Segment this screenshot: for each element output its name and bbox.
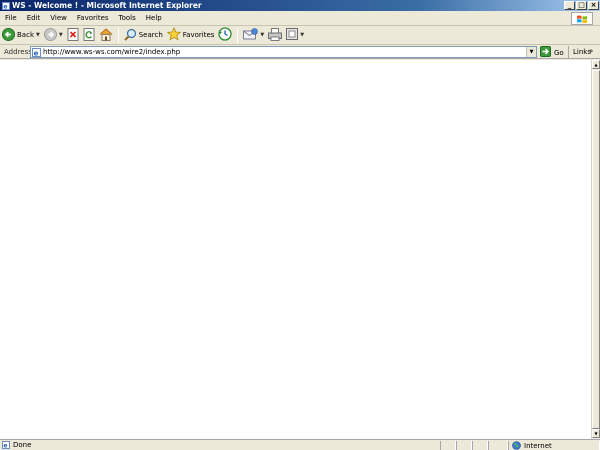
- print-icon: [268, 27, 283, 43]
- window-controls: _ □ ×: [564, 1, 599, 10]
- refresh-icon: [83, 27, 95, 43]
- history-icon: [218, 27, 233, 43]
- vertical-scrollbar[interactable]: ▲ ▼: [591, 60, 600, 439]
- favorites-label: Favorites: [182, 31, 215, 39]
- favorites-button[interactable]: Favorites: [165, 26, 217, 44]
- stop-button[interactable]: [65, 27, 81, 44]
- chevron-down-icon[interactable]: ▼: [260, 32, 264, 38]
- globe-icon: [512, 441, 521, 450]
- search-label: Search: [138, 31, 163, 39]
- stop-icon: [67, 27, 79, 43]
- ie-page-icon: e: [1, 1, 10, 10]
- menu-view[interactable]: View: [45, 14, 72, 22]
- address-label: Address: [4, 47, 32, 56]
- chevron-down-icon[interactable]: ▼: [36, 32, 40, 38]
- home-button[interactable]: [97, 27, 115, 44]
- history-button[interactable]: [216, 27, 234, 44]
- minimize-button[interactable]: _: [564, 1, 575, 10]
- mail-button[interactable]: ▼: [241, 27, 266, 44]
- ie-page-icon: e: [32, 47, 41, 57]
- forward-arrow-icon: [43, 27, 57, 43]
- scroll-down-arrow[interactable]: ▼: [592, 429, 600, 438]
- refresh-button[interactable]: [81, 27, 97, 44]
- scroll-up-arrow[interactable]: ▲: [592, 60, 600, 69]
- security-zone[interactable]: Internet: [512, 441, 552, 450]
- back-arrow-icon: [2, 27, 15, 43]
- scroll-thumb[interactable]: [592, 70, 600, 429]
- windows-flag-icon: [571, 12, 593, 25]
- mail-icon: [243, 27, 259, 43]
- ie-page-icon: e: [2, 441, 10, 449]
- edit-icon: [286, 28, 299, 42]
- menu-favorites[interactable]: Favorites: [72, 14, 114, 22]
- svg-text:e: e: [3, 443, 7, 449]
- address-url: http://www.ws-ws.com/wire2/index.php: [43, 48, 181, 56]
- chevron-down-icon[interactable]: ▼: [526, 47, 536, 57]
- toolbar-separator: [117, 27, 119, 43]
- search-icon: [124, 28, 137, 43]
- menu-help[interactable]: Help: [141, 14, 167, 22]
- zone-label: Internet: [524, 441, 552, 450]
- address-bar: Address e http://www.ws-ws.com/wire2/ind…: [0, 45, 600, 59]
- back-label: Back: [17, 31, 34, 39]
- status-panel: [456, 441, 472, 450]
- status-panel: [440, 441, 456, 450]
- back-button[interactable]: Back ▼: [0, 27, 42, 44]
- menu-bar: File Edit View Favorites Tools Help: [0, 11, 600, 26]
- page-content[interactable]: [0, 60, 591, 439]
- svg-text:e: e: [3, 3, 7, 9]
- menu-tools[interactable]: Tools: [114, 14, 141, 22]
- print-button[interactable]: [266, 27, 284, 44]
- chevron-down-icon[interactable]: ▼: [59, 32, 63, 38]
- favorites-star-icon: [166, 26, 182, 43]
- go-label: Go: [554, 48, 564, 57]
- status-text: Done: [13, 441, 32, 449]
- status-panel: [472, 441, 488, 450]
- forward-button[interactable]: ▼: [42, 27, 65, 44]
- svg-text:e: e: [34, 49, 39, 57]
- links-separator: [568, 46, 569, 58]
- search-button[interactable]: Search: [122, 27, 165, 44]
- standard-toolbar: Back ▼ ▼ Search Favorites ▼ ▼: [0, 26, 600, 45]
- toolbar-separator: [237, 27, 239, 43]
- links-chevron-icon[interactable]: »: [589, 47, 593, 55]
- home-icon: [99, 27, 113, 43]
- go-arrow-icon: [540, 46, 551, 59]
- status-panel: [488, 441, 508, 450]
- edit-button[interactable]: ▼: [284, 27, 306, 44]
- status-bar: e Done Internet: [0, 439, 600, 450]
- window-title: WS - Welcome ! - Microsoft Internet Expl…: [12, 1, 202, 10]
- go-button[interactable]: Go: [540, 46, 564, 59]
- address-input[interactable]: e http://www.ws-ws.com/wire2/index.php ▼: [30, 46, 537, 58]
- maximize-button[interactable]: □: [576, 1, 587, 10]
- chevron-down-icon[interactable]: ▼: [300, 32, 304, 38]
- menu-edit[interactable]: Edit: [22, 14, 46, 22]
- title-bar[interactable]: e WS - Welcome ! - Microsoft Internet Ex…: [0, 0, 600, 11]
- menu-file[interactable]: File: [0, 14, 22, 22]
- close-button[interactable]: ×: [588, 1, 599, 10]
